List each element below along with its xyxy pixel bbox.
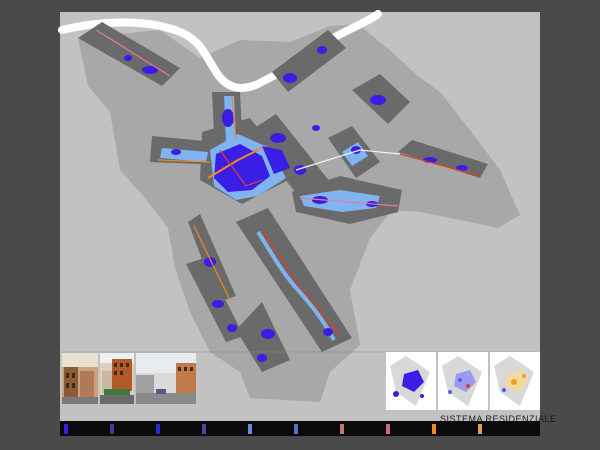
legend-item: [340, 424, 382, 434]
legend-swatch: [432, 424, 436, 434]
thumb-residential-blue: [386, 352, 436, 410]
dense-nw-2: [124, 55, 132, 61]
detail-thumbnails: [386, 352, 540, 410]
dense-south-3: [323, 328, 333, 336]
dense-north-strip: [283, 73, 297, 83]
legend-swatch: [386, 424, 390, 434]
legend-swatch: [478, 424, 482, 434]
dense-south-2: [257, 354, 267, 362]
dense-west-1: [171, 149, 181, 155]
street-photo-1: [62, 353, 98, 404]
legend-swatch: [156, 424, 160, 434]
legend-item: [110, 424, 152, 434]
thumb-residential-orange-map: [494, 356, 534, 406]
dense-sw-3: [227, 324, 237, 332]
dense-north-strip-2: [317, 46, 327, 54]
street-photo-1-image: [62, 353, 98, 404]
legend-swatch: [110, 424, 114, 434]
dense-ne: [370, 95, 386, 105]
legend-swatch: [248, 424, 252, 434]
legend-item: [202, 424, 244, 434]
street-photo-3: [136, 353, 196, 404]
legend-item: [386, 424, 428, 434]
legend-item: [64, 424, 106, 434]
dense-sw-2: [212, 300, 224, 308]
thumb-residential-mixed-map: [442, 356, 482, 406]
legend-swatch: [294, 424, 298, 434]
legend-item: [248, 424, 290, 434]
legend-item: [156, 424, 198, 434]
dense-south-1: [261, 329, 275, 339]
legend-item: [432, 424, 474, 434]
presentation-board: SISTEMA RESIDENZIALE: [0, 0, 600, 450]
legend-swatch: [64, 424, 68, 434]
legend-item: [478, 424, 520, 434]
dense-north-diag-2: [294, 165, 306, 175]
thumb-residential-blue-map: [390, 356, 430, 406]
dense-north-1: [222, 109, 234, 127]
street-photo-2-image: [100, 353, 134, 404]
dense-north-diag: [270, 133, 286, 143]
legend-bar: [60, 421, 540, 436]
photo-strip: [62, 353, 196, 404]
street-photo-3-image: [136, 353, 196, 404]
dense-north-center: [312, 125, 320, 131]
thumb-residential-mixed: [438, 352, 488, 410]
street-photo-2: [100, 353, 134, 404]
thumb-residential-orange: [490, 352, 540, 410]
legend-swatch: [340, 424, 344, 434]
legend-item: [294, 424, 336, 434]
legend-swatch: [202, 424, 206, 434]
